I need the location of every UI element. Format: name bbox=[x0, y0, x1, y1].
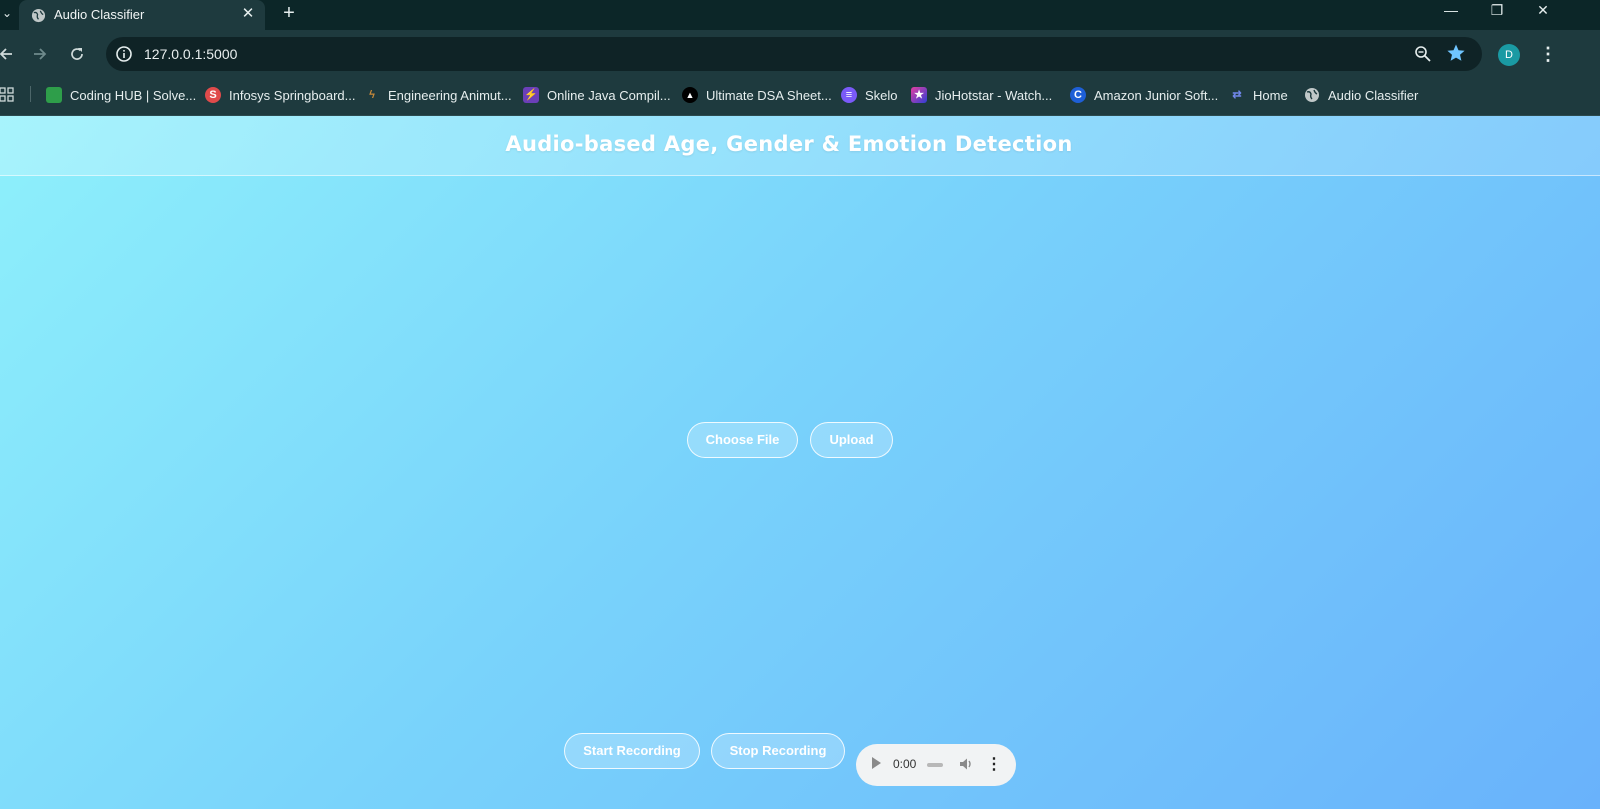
globe-icon bbox=[31, 8, 46, 23]
back-arrow-icon bbox=[0, 48, 12, 60]
audio-more-options-icon[interactable]: ⋮ bbox=[986, 754, 1002, 776]
start-recording-button[interactable]: Start Recording bbox=[564, 733, 700, 769]
choose-file-button[interactable]: Choose File bbox=[687, 422, 798, 458]
bookmark-label: Skelo bbox=[865, 87, 898, 103]
bookmark-engineering-animation[interactable]: ϟ Engineering Animut... bbox=[364, 84, 512, 106]
new-tab-button[interactable]: + bbox=[277, 2, 301, 26]
c-icon: C bbox=[1070, 87, 1086, 103]
page-viewport: Audio-based Age, Gender & Emotion Detect… bbox=[0, 116, 1600, 809]
audio-progress-track[interactable] bbox=[927, 763, 943, 767]
forward-button[interactable] bbox=[28, 42, 52, 66]
address-bar[interactable]: 127.0.0.1:5000 bbox=[106, 37, 1482, 71]
site-info-icon[interactable] bbox=[114, 44, 134, 64]
browser-toolbar: 127.0.0.1:5000 D ⋮ bbox=[0, 30, 1600, 78]
tab-search-icon[interactable]: ⌄ bbox=[0, 3, 14, 27]
bookmark-home[interactable]: ⇄ Home bbox=[1229, 84, 1288, 106]
bookmark-label: Amazon Junior Soft... bbox=[1094, 87, 1219, 103]
bookmarks-bar: Coding HUB | Solve... S Infosys Springbo… bbox=[0, 78, 1600, 116]
close-tab-icon[interactable]: ✕ bbox=[238, 4, 258, 24]
maximize-button[interactable]: ❐ bbox=[1474, 0, 1520, 22]
bookmark-audio-classifier[interactable]: Audio Classifier bbox=[1304, 84, 1418, 106]
codinghub-icon bbox=[46, 87, 62, 103]
stop-recording-button[interactable]: Stop Recording bbox=[711, 733, 845, 769]
zoom-out-icon[interactable] bbox=[1414, 45, 1432, 63]
apps-grid-icon[interactable] bbox=[0, 86, 14, 102]
page-title: Audio-based Age, Gender & Emotion Detect… bbox=[505, 132, 1073, 156]
bookmark-label: Engineering Animut... bbox=[388, 87, 512, 103]
bookmark-label: Online Java Compil... bbox=[547, 87, 671, 103]
tab-audio-classifier[interactable]: Audio Classifier ✕ bbox=[19, 0, 265, 30]
profile-avatar[interactable]: D bbox=[1498, 44, 1520, 66]
bookmark-jiohotstar[interactable]: ★ JioHotstar - Watch... bbox=[911, 84, 1052, 106]
reload-icon bbox=[71, 48, 83, 60]
bookmark-star-icon[interactable] bbox=[1446, 43, 1466, 63]
upload-button[interactable]: Upload bbox=[810, 422, 893, 458]
back-button[interactable] bbox=[0, 42, 18, 66]
skelo-icon: ≡ bbox=[841, 87, 857, 103]
triangle-icon: ▲ bbox=[682, 87, 698, 103]
bookmarks-divider bbox=[30, 86, 31, 102]
bookmark-online-java-compiler[interactable]: ⚡ Online Java Compil... bbox=[523, 84, 671, 106]
home-link-icon: ⇄ bbox=[1232, 89, 1242, 101]
tab-title: Audio Classifier bbox=[54, 7, 145, 22]
bookmark-label: JioHotstar - Watch... bbox=[935, 87, 1053, 103]
tab-strip: ⌄ Audio Classifier ✕ + — ❐ ✕ bbox=[0, 0, 1600, 30]
reload-button[interactable] bbox=[65, 42, 89, 66]
bookmark-infosys-springboard[interactable]: S Infosys Springboard... bbox=[205, 84, 355, 106]
bookmark-amazon-junior[interactable]: C Amazon Junior Soft... bbox=[1070, 84, 1218, 106]
browser-menu-icon[interactable]: ⋮ bbox=[1538, 42, 1558, 66]
animation-icon: ϟ bbox=[369, 89, 375, 101]
page-header: Audio-based Age, Gender & Emotion Detect… bbox=[0, 116, 1600, 176]
audio-player[interactable]: 0:00 ⋮ bbox=[856, 744, 1016, 786]
forward-arrow-icon bbox=[34, 48, 47, 60]
bookmark-ultimate-dsa-sheet[interactable]: ▲ Ultimate DSA Sheet... bbox=[682, 84, 832, 106]
url-text[interactable]: 127.0.0.1:5000 bbox=[144, 46, 237, 62]
minimize-button[interactable]: — bbox=[1428, 0, 1474, 22]
hotstar-icon: ★ bbox=[911, 87, 927, 103]
bookmark-label: Audio Classifier bbox=[1328, 87, 1419, 103]
bookmark-label: Home bbox=[1253, 87, 1288, 103]
globe-icon bbox=[1305, 88, 1319, 102]
bolt-icon: ⚡ bbox=[523, 87, 539, 103]
audio-time: 0:00 bbox=[893, 757, 917, 771]
volume-icon[interactable] bbox=[958, 756, 974, 772]
bookmark-skelo[interactable]: ≡ Skelo bbox=[841, 84, 898, 106]
infosys-icon: S bbox=[205, 87, 221, 103]
bookmark-label: Ultimate DSA Sheet... bbox=[706, 87, 832, 103]
bookmark-label: Coding HUB | Solve... bbox=[70, 87, 197, 103]
bookmark-label: Infosys Springboard... bbox=[229, 87, 356, 103]
bookmark-coding-hub[interactable]: Coding HUB | Solve... bbox=[46, 84, 196, 106]
close-window-button[interactable]: ✕ bbox=[1520, 0, 1566, 22]
play-icon[interactable] bbox=[872, 757, 881, 769]
